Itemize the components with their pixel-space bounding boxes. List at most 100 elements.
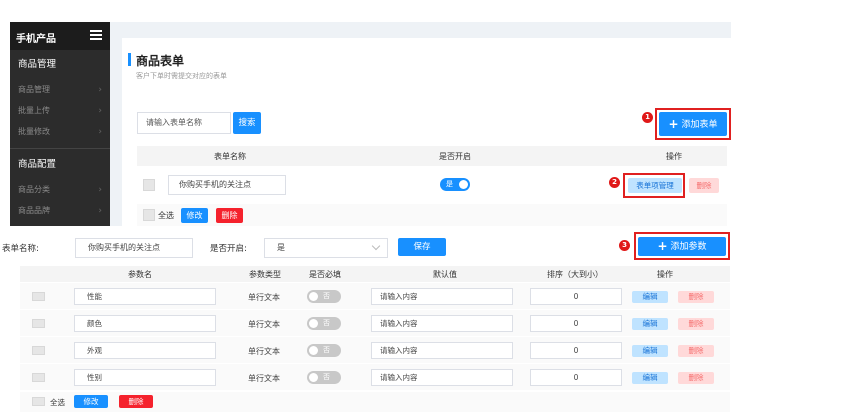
chevron-right-icon: › [98,85,102,95]
param-type-text: 单行文本 [248,347,280,356]
menu-toggle-icon[interactable] [90,30,102,40]
batch-delete-button[interactable]: 删除 [216,208,243,223]
delete-param-button[interactable]: 删除 [678,345,714,357]
column-header-param-type: 参数类型 [249,270,281,279]
param-type-text: 单行文本 [248,320,280,329]
chevron-right-icon: › [98,206,102,216]
form-enabled-switch[interactable]: 是 [440,178,470,191]
sidebar-item-label: 批量上传 [18,106,50,115]
switch-knob [309,373,318,382]
param-name-input[interactable]: 颜色 [74,315,216,332]
param-name-input[interactable]: 性别 [74,369,216,386]
batch-delete-param-button[interactable]: 删除 [119,395,153,408]
chevron-right-icon: › [98,185,102,195]
edit-param-button[interactable]: 编辑 [632,291,668,303]
switch-label: 否 [323,373,330,381]
sidebar-item-batch-edit[interactable]: 批量修改 › [10,122,110,142]
sidebar-section-product-config[interactable]: 商品配置 [10,152,110,178]
select-all-checkbox[interactable] [143,209,155,221]
switch-knob [309,346,318,355]
step-badge-2: 2 [609,177,620,188]
column-header-param-name: 参数名 [128,270,152,279]
switch-label: 否 [323,346,330,354]
switch-label: 否 [323,292,330,300]
select-all-label: 全选 [50,398,65,407]
required-switch[interactable]: 否 [307,317,341,330]
column-header-actions: 操作 [666,152,682,161]
required-switch[interactable]: 否 [307,371,341,384]
sidebar-divider [10,148,110,149]
save-button[interactable]: 保存 [398,238,446,256]
form-search-input[interactable]: 请输入表单名称 [137,112,231,134]
default-value-input[interactable]: 请输入内容 [371,369,513,386]
batch-edit-button[interactable]: 修改 [181,208,208,223]
sidebar-item-product-category[interactable]: 商品分类 › [10,180,110,200]
order-input[interactable]: 0 [530,342,622,359]
column-header-form-name: 表单名称 [214,152,246,161]
delete-param-button[interactable]: 删除 [678,291,714,303]
row-checkbox[interactable] [32,346,45,355]
switch-knob [459,180,468,189]
page-header: 商品表单 客户下单时需提交对应的表单 [122,38,731,100]
column-header-order: 排序（大到小） [547,270,603,279]
chevron-right-icon: › [98,106,102,116]
form-delete-button[interactable]: 删除 [689,178,719,193]
order-input[interactable]: 0 [530,315,622,332]
switch-knob [309,292,318,301]
switch-label: 否 [323,319,330,327]
highlight-box-add-param [634,232,730,260]
sidebar: 手机产品 商品管理 商品管理 › 批量上传 › 批量修改 › 商品配置 商品分类… [10,22,110,226]
page-subtitle: 客户下单时需提交对应的表单 [136,72,227,80]
sidebar-item-label: 批量修改 [18,127,50,136]
sidebar-item-product-management[interactable]: 商品管理 › [10,80,110,100]
search-button[interactable]: 搜索 [233,112,261,134]
editor-form-name-input[interactable]: 你购买手机的关注点 [75,238,193,258]
batch-edit-param-button[interactable]: 修改 [74,395,108,408]
enabled-label: 是否开启: [210,244,247,254]
param-name-input[interactable]: 性能 [74,288,216,305]
delete-param-button[interactable]: 删除 [678,318,714,330]
edit-param-button[interactable]: 编辑 [632,372,668,384]
sidebar-header: 手机产品 [10,22,110,50]
param-type-text: 单行文本 [248,293,280,302]
sidebar-title: 手机产品 [16,34,56,45]
highlight-box-add-form [655,108,731,140]
sidebar-item-product-brand[interactable]: 商品品牌 › [10,201,110,221]
order-input[interactable]: 0 [530,369,622,386]
enabled-select-value: 是 [277,243,285,252]
required-switch[interactable]: 否 [307,290,341,303]
column-header-param-actions: 操作 [657,270,673,279]
select-all-label: 全选 [158,211,174,220]
required-switch[interactable]: 否 [307,344,341,357]
default-value-input[interactable]: 请输入内容 [371,315,513,332]
highlight-box-manage [623,173,685,198]
order-input[interactable]: 0 [530,288,622,305]
chevron-right-icon: › [98,127,102,137]
form-name-field[interactable]: 你购买手机的关注点 [168,175,286,195]
chevron-down-icon [371,241,381,251]
switch-knob [309,319,318,328]
row-checkbox[interactable] [32,373,45,382]
select-all-checkbox[interactable] [32,397,45,406]
row-checkbox[interactable] [32,292,45,301]
row-checkbox[interactable] [32,319,45,328]
param-name-input[interactable]: 外观 [74,342,216,359]
enabled-select[interactable]: 是 [264,238,388,258]
default-value-input[interactable]: 请输入内容 [371,288,513,305]
delete-param-button[interactable]: 删除 [678,372,714,384]
sidebar-section-product-management[interactable]: 商品管理 [10,52,110,78]
default-value-input[interactable]: 请输入内容 [371,342,513,359]
sidebar-item-batch-upload[interactable]: 批量上传 › [10,101,110,121]
switch-label: 是 [446,180,453,188]
column-header-required: 是否必填 [309,270,341,279]
page-title: 商品表单 [136,54,185,68]
step-badge-1: 1 [642,112,653,123]
column-header-enabled: 是否开启 [439,152,471,161]
edit-param-button[interactable]: 编辑 [632,318,668,330]
row-checkbox[interactable] [143,179,155,191]
column-header-default: 默认值 [433,270,457,279]
param-type-text: 单行文本 [248,374,280,383]
form-name-label: 表单名称: [2,244,39,254]
step-badge-3: 3 [619,240,630,251]
edit-param-button[interactable]: 编辑 [632,345,668,357]
